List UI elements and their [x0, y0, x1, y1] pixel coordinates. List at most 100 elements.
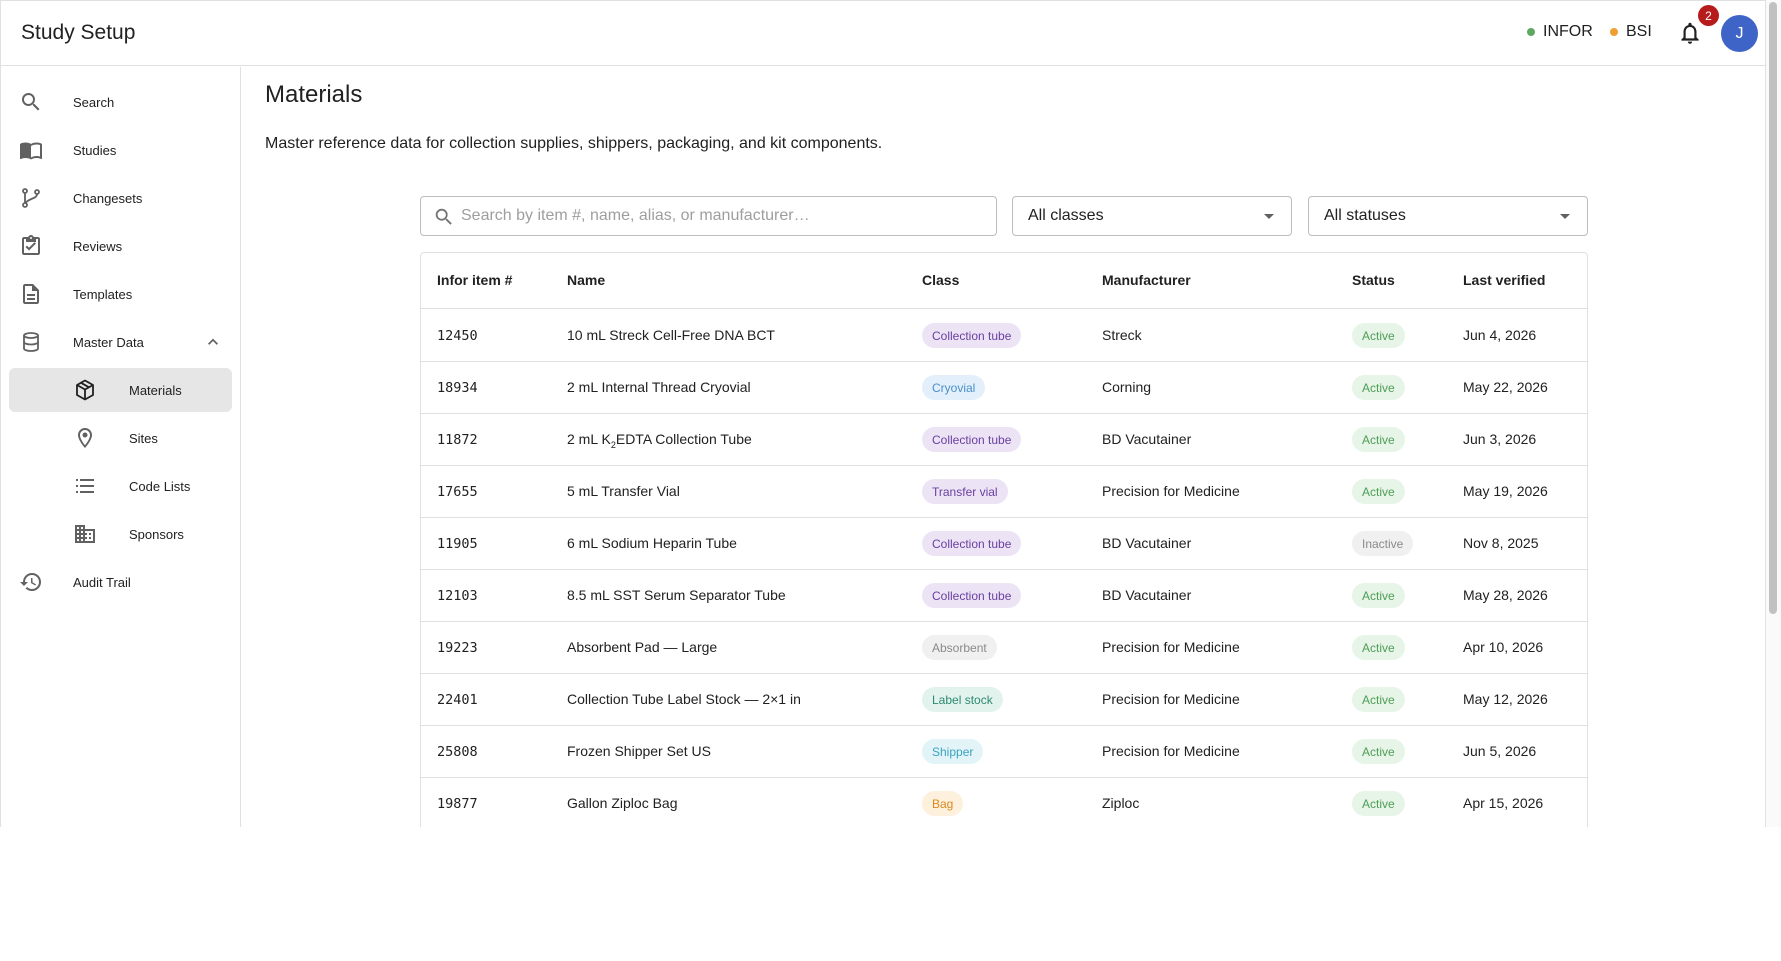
- cell-last-verified: Jun 4, 2026: [1463, 327, 1537, 343]
- table-row[interactable]: 11905 6 mL Sodium Heparin Tube Collectio…: [421, 518, 1587, 570]
- search-icon: [22, 93, 40, 111]
- table-row[interactable]: 25808 Frozen Shipper Set US Shipper Prec…: [421, 726, 1587, 778]
- cell-manufacturer: Precision for Medicine: [1102, 483, 1240, 499]
- sidebar-item-studies[interactable]: Studies: [9, 128, 232, 172]
- table-row[interactable]: 12103 8.5 mL SST Serum Separator Tube Co…: [421, 570, 1587, 622]
- materials-table: Infor item # Name Class Manufacturer Sta…: [420, 252, 1588, 827]
- cell-item: 17655: [437, 484, 478, 500]
- bell-icon[interactable]: [1677, 20, 1703, 46]
- class-chip: Absorbent: [922, 635, 997, 660]
- caret-down-icon: [1264, 214, 1274, 219]
- table-header: Infor item # Name Class Manufacturer Sta…: [421, 253, 1587, 309]
- cell-item: 11905: [437, 536, 478, 552]
- class-chip: Collection tube: [922, 583, 1022, 608]
- table-row[interactable]: 18934 2 mL Internal Thread Cryovial Cryo…: [421, 362, 1587, 414]
- sidebar-item-changesets[interactable]: Changesets: [9, 176, 232, 220]
- column-header-manufacturer[interactable]: Manufacturer: [1102, 272, 1191, 288]
- sidebar-item-code-lists[interactable]: Code Lists: [9, 464, 232, 508]
- page-description: Master reference data for collection sup…: [265, 135, 883, 152]
- status-filter-select[interactable]: All statuses: [1308, 196, 1588, 236]
- system-status-bsi: BSI: [1610, 23, 1652, 41]
- app-window: Study Setup INFOR BSI 2 J Search Studies…: [0, 0, 1766, 827]
- cell-name-part: EDTA Collection Tube: [615, 431, 752, 447]
- avatar[interactable]: J: [1721, 15, 1758, 52]
- cell-name: 8.5 mL SST Serum Separator Tube: [567, 587, 786, 603]
- search-input[interactable]: [461, 198, 981, 234]
- search-field[interactable]: [420, 196, 997, 236]
- column-header-class[interactable]: Class: [922, 272, 959, 288]
- sidebar-item-label: Code Lists: [129, 478, 191, 494]
- status-badge: Active: [1352, 739, 1405, 764]
- status-badge: Active: [1352, 687, 1405, 712]
- class-filter-select[interactable]: All classes: [1012, 196, 1292, 236]
- cell-name: 10 mL Streck Cell-Free DNA BCT: [567, 327, 775, 343]
- sidebar-item-sites[interactable]: Sites: [9, 416, 232, 460]
- clipboard-check-icon: [22, 235, 40, 255]
- sidebar-item-search[interactable]: Search: [9, 80, 232, 124]
- table-row[interactable]: 19877 Gallon Ziploc Bag Bag Ziploc Activ…: [421, 778, 1587, 827]
- status-filter-value: All statuses: [1324, 207, 1406, 224]
- sidebar-item-sponsors[interactable]: Sponsors: [9, 512, 232, 556]
- table-row[interactable]: 11872 2 mL K2EDTA Collection Tube Collec…: [421, 414, 1587, 466]
- status-badge: Active: [1352, 791, 1405, 816]
- sidebar-item-reviews[interactable]: Reviews: [9, 224, 232, 268]
- class-chip: Transfer vial: [922, 479, 1008, 504]
- class-chip: Cryovial: [922, 375, 986, 400]
- table-row[interactable]: 22401 Collection Tube Label Stock — 2×1 …: [421, 674, 1587, 726]
- cell-item: 19223: [437, 640, 478, 656]
- app-title: Study Setup: [21, 21, 136, 44]
- chevron-up-icon[interactable]: [203, 332, 223, 352]
- sidebar-item-materials[interactable]: Materials: [9, 368, 232, 412]
- cell-manufacturer: Streck: [1102, 327, 1142, 343]
- sidebar-item-audit-trail[interactable]: Audit Trail: [9, 560, 232, 604]
- sidebar-item-templates[interactable]: Templates: [9, 272, 232, 316]
- class-chip: Collection tube: [922, 427, 1022, 452]
- cell-name: 5 mL Transfer Vial: [567, 483, 680, 499]
- cell-name: 2 mL K2EDTA Collection Tube: [567, 431, 752, 450]
- cell-manufacturer: Ziploc: [1102, 795, 1140, 811]
- top-bar: Study Setup INFOR BSI 2 J: [1, 1, 1765, 66]
- list-icon: [76, 479, 94, 493]
- cell-item: 22401: [437, 692, 478, 708]
- database-icon: [23, 332, 39, 352]
- class-filter-value: All classes: [1028, 207, 1104, 224]
- document-icon: [23, 284, 39, 304]
- sidebar-item-label: Audit Trail: [73, 574, 131, 590]
- cell-last-verified: Nov 8, 2025: [1463, 535, 1539, 551]
- system-label: BSI: [1626, 23, 1652, 40]
- table-row[interactable]: 12450 10 mL Streck Cell-Free DNA BCT Col…: [421, 310, 1587, 362]
- search-icon: [435, 208, 452, 225]
- table-row[interactable]: 17655 5 mL Transfer Vial Transfer vial P…: [421, 466, 1587, 518]
- caret-down-icon: [1560, 214, 1570, 219]
- cell-name: Frozen Shipper Set US: [567, 743, 711, 759]
- map-pin-icon: [78, 428, 92, 448]
- cell-last-verified: May 12, 2026: [1463, 691, 1548, 707]
- status-badge: Active: [1352, 479, 1405, 504]
- page-scrollbar[interactable]: [1766, 0, 1781, 827]
- cell-last-verified: Jun 3, 2026: [1463, 431, 1537, 447]
- scrollbar-thumb[interactable]: [1769, 2, 1777, 614]
- status-dot-icon: [1527, 28, 1535, 36]
- table-row[interactable]: 19223 Absorbent Pad — Large Absorbent Pr…: [421, 622, 1587, 674]
- column-header-name[interactable]: Name: [567, 272, 605, 288]
- class-chip: Bag: [922, 791, 964, 816]
- column-header-last-verified[interactable]: Last verified: [1463, 272, 1545, 288]
- column-header-status[interactable]: Status: [1352, 272, 1395, 288]
- column-header-item[interactable]: Infor item #: [437, 272, 512, 288]
- page-title: Materials: [265, 81, 363, 108]
- class-chip: Collection tube: [922, 323, 1022, 348]
- book-icon: [20, 142, 42, 160]
- cell-name: Absorbent Pad — Large: [567, 639, 718, 655]
- sidebar-item-master-data[interactable]: Master Data: [9, 320, 232, 364]
- cell-name: Gallon Ziploc Bag: [567, 795, 678, 811]
- sidebar: Search Studies Changesets Reviews Templa…: [1, 67, 241, 827]
- cell-name: 6 mL Sodium Heparin Tube: [567, 535, 737, 551]
- status-badge: Active: [1352, 323, 1405, 348]
- cell-manufacturer: Corning: [1102, 379, 1152, 395]
- cell-item: 12103: [437, 588, 478, 604]
- cell-last-verified: May 22, 2026: [1463, 379, 1548, 395]
- status-badge: Inactive: [1352, 531, 1414, 556]
- sidebar-item-label: Changesets: [73, 190, 143, 206]
- cell-name: 2 mL Internal Thread Cryovial: [567, 379, 751, 395]
- cube-icon: [76, 379, 94, 401]
